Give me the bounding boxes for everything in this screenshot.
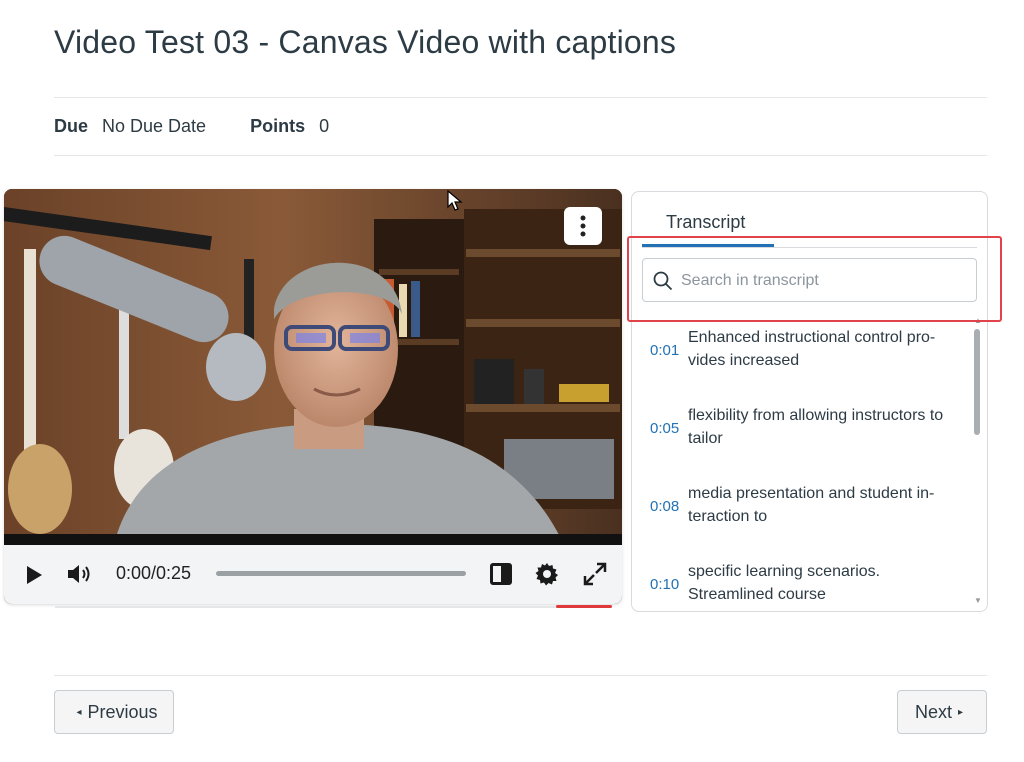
fullscreen-button[interactable]	[582, 561, 608, 587]
caret-right-icon: ▸	[957, 706, 964, 718]
next-button[interactable]: Next ▸	[897, 690, 987, 734]
fullscreen-icon	[583, 562, 607, 586]
points-value: 0	[319, 116, 330, 136]
player-baseline	[55, 606, 610, 608]
assignment-meta: Due No Due Date Points 0	[54, 116, 373, 137]
scroll-up-arrow-icon[interactable]: ▲	[974, 316, 982, 325]
divider	[54, 97, 987, 98]
kebab-menu-icon	[580, 215, 586, 237]
due-value: No Due Date	[102, 116, 207, 136]
transcript-cue[interactable]: 0:08 media presentation and student in-t…	[632, 482, 972, 542]
cue-text: specific learning scenarios. Streamlined…	[688, 563, 881, 603]
cue-timestamp[interactable]: 0:01	[650, 342, 679, 359]
video-player[interactable]: 0:00/0:25	[4, 189, 622, 604]
video-scene-image	[4, 189, 622, 545]
divider	[54, 675, 987, 676]
search-icon	[653, 271, 673, 291]
transcript-scrollbar[interactable]	[974, 329, 980, 435]
mouse-cursor-icon	[447, 190, 463, 211]
cue-text: Enhanced instructional control pro-vides…	[688, 329, 936, 369]
progress-bar[interactable]	[216, 571, 466, 576]
settings-button[interactable]	[534, 561, 560, 587]
page-title: Video Test 03 - Canvas Video with captio…	[54, 24, 677, 60]
cue-text: media presentation and student in-teract…	[688, 485, 935, 525]
cue-text: flexibility from allowing instructors to…	[688, 407, 944, 447]
sidebar-toggle-icon	[490, 563, 512, 585]
volume-icon	[68, 565, 90, 583]
tab-transcript[interactable]: Transcript	[666, 212, 745, 233]
cue-timestamp[interactable]: 0:05	[650, 420, 679, 437]
play-button[interactable]	[22, 563, 46, 587]
previous-button[interactable]: ◂ Previous	[54, 690, 174, 734]
due-label: Due	[54, 116, 89, 136]
player-controls: 0:00/0:25	[4, 545, 622, 604]
points-label: Points	[250, 116, 306, 136]
next-label: Next	[914, 701, 952, 722]
divider	[54, 155, 987, 156]
transcript-search-input[interactable]	[679, 259, 973, 303]
player-options-button[interactable]	[564, 207, 602, 245]
video-frame[interactable]	[4, 189, 622, 545]
transcript-panel: Transcript 0:01 Enhanced instructional c…	[631, 191, 988, 612]
tab-divider	[642, 247, 977, 248]
transcript-toggle-button[interactable]	[489, 562, 513, 586]
cue-timestamp[interactable]: 0:08	[650, 498, 679, 515]
caret-left-icon: ◂	[76, 706, 82, 718]
previous-label: Previous	[87, 701, 158, 722]
play-icon	[27, 566, 42, 584]
time-display: 0:00/0:25	[116, 563, 192, 583]
player-accent-bar	[556, 605, 612, 608]
transcript-cue[interactable]: 0:10 specific learning scenarios. Stream…	[632, 560, 972, 611]
transcript-cue[interactable]: 0:05 flexibility from allowing instructo…	[632, 404, 972, 464]
gear-icon	[535, 563, 558, 586]
cue-timestamp[interactable]: 0:10	[650, 576, 679, 593]
transcript-cue[interactable]: 0:01 Enhanced instructional control pro-…	[632, 326, 972, 386]
transcript-search[interactable]	[642, 258, 977, 303]
volume-button[interactable]	[66, 561, 94, 587]
scroll-down-arrow-icon[interactable]: ▼	[974, 596, 982, 605]
